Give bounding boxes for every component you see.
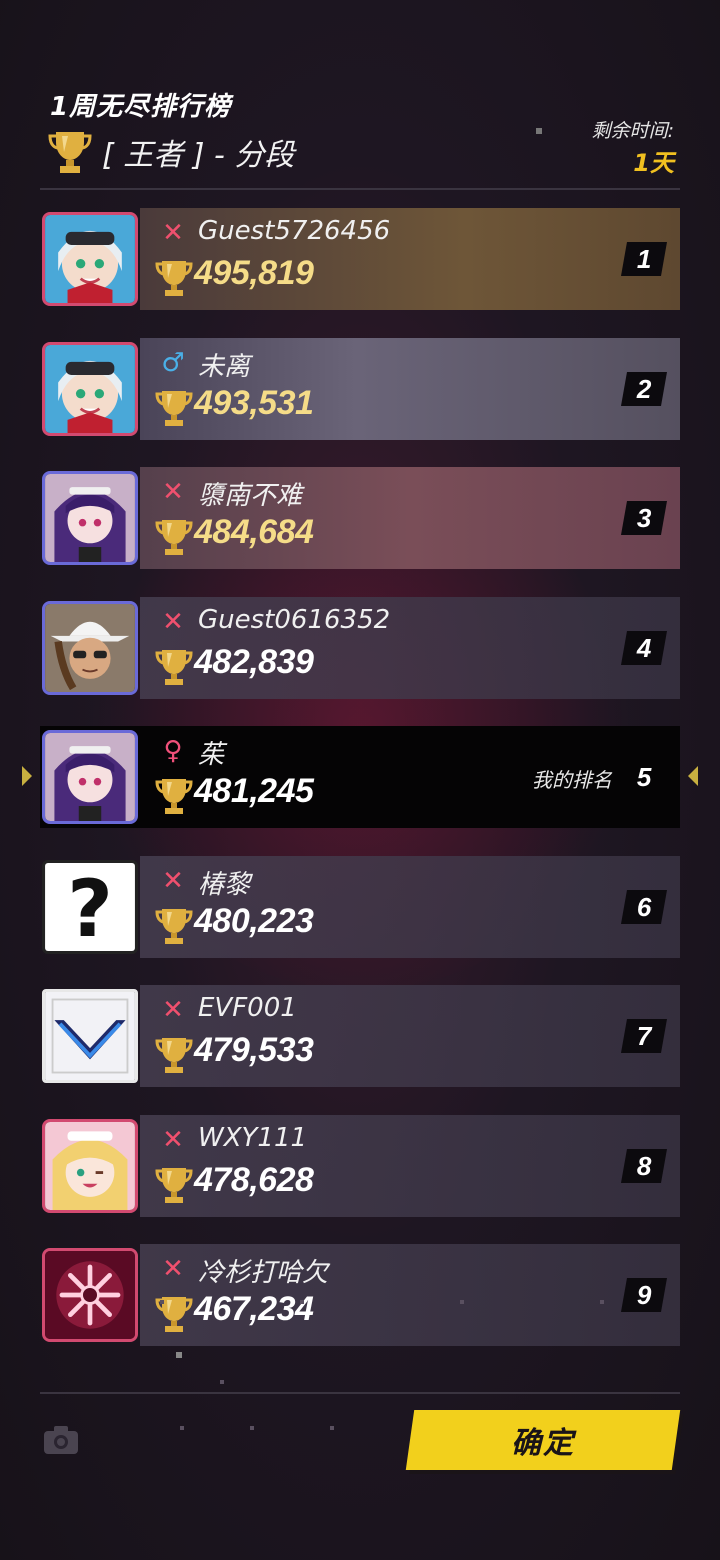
- cross-icon: ✕: [162, 606, 184, 637]
- confirm-button-label: 确定: [511, 1426, 575, 1461]
- cross-icon: ✕: [162, 1254, 184, 1284]
- rank-badge: 8: [621, 1148, 667, 1183]
- rank-number: 7: [636, 1020, 652, 1051]
- rank-number: 2: [636, 373, 652, 403]
- avatar[interactable]: [42, 600, 138, 695]
- player-name: 茱: [198, 740, 225, 770]
- time-remaining-label: 剩余时间:: [591, 120, 674, 142]
- decorative-dot: [460, 1300, 464, 1304]
- camera-icon[interactable]: [42, 1424, 80, 1456]
- confirm-button[interactable]: 确定: [405, 1410, 681, 1470]
- trophy-icon: [154, 1035, 194, 1075]
- avatar[interactable]: [42, 212, 138, 306]
- male-icon: ♂: [161, 347, 185, 378]
- rank-number: 5: [636, 761, 652, 792]
- rank-badge: 1: [621, 242, 667, 276]
- player-name: 椿黎: [198, 869, 251, 900]
- player-score: 482,839: [194, 642, 314, 681]
- avatar[interactable]: ?: [42, 859, 138, 954]
- rank-badge: 6: [621, 889, 667, 924]
- player-score: 495,819: [194, 254, 314, 292]
- trophy-icon: [154, 517, 194, 557]
- decorative-dot: [536, 128, 542, 134]
- left-marker-icon: [22, 766, 32, 786]
- rank-number: 9: [636, 1279, 652, 1310]
- cross-icon: ✕: [162, 995, 184, 1025]
- female-icon: ♀: [163, 736, 183, 766]
- player-score: 493,531: [194, 383, 314, 422]
- player-name: 冷杉打哈欠: [198, 1258, 329, 1288]
- ranking-row-mine[interactable]: ♀ 茱 481,245 我的排名 5: [40, 726, 680, 828]
- rank-badge: 7: [621, 1019, 667, 1053]
- footer-divider: [40, 1392, 680, 1394]
- decorative-dot: [250, 1426, 254, 1430]
- trophy-icon: [154, 388, 194, 428]
- player-score: 479,533: [194, 1031, 314, 1069]
- player-score: 478,628: [194, 1160, 314, 1199]
- svg-text:?: ?: [67, 863, 113, 951]
- ranking-row[interactable]: ♂ 未离 493,531 2: [40, 337, 680, 440]
- cross-icon: ✕: [162, 1124, 184, 1155]
- ranking-row[interactable]: ✕ 冷杉打哈欠 467,234 9: [40, 1244, 680, 1346]
- ranking-row[interactable]: ✕ 隳南不难 484,684 3: [40, 467, 680, 569]
- player-score: 484,684: [194, 513, 314, 551]
- cross-icon: ✕: [162, 218, 184, 248]
- avatar[interactable]: [42, 989, 138, 1083]
- trophy-icon: [154, 906, 194, 946]
- player-name: Guest0616352: [198, 604, 391, 635]
- rank-number: 3: [636, 502, 652, 533]
- decorative-dot: [180, 1426, 184, 1430]
- player-name: WXY111: [198, 1122, 308, 1153]
- avatar[interactable]: [42, 341, 138, 436]
- avatar[interactable]: [42, 471, 138, 565]
- trophy-icon: [48, 132, 92, 173]
- page-title: 1周无尽排行榜: [50, 92, 232, 122]
- cross-icon: ✕: [162, 477, 184, 507]
- ranking-row[interactable]: ✕ Guest5726456 495,819 1: [40, 208, 680, 310]
- player-name: 隳南不难: [198, 481, 303, 511]
- avatar[interactable]: [42, 1118, 138, 1213]
- decorative-dot: [220, 1380, 224, 1384]
- decorative-dot: [160, 1300, 164, 1304]
- avatar[interactable]: [42, 730, 138, 824]
- trophy-icon: [154, 1165, 194, 1205]
- ranking-row[interactable]: ✕ Guest0616352 482,839 4: [40, 596, 680, 699]
- decorative-dot: [600, 1300, 604, 1304]
- rank-number: 4: [636, 632, 652, 662]
- player-score: 467,234: [194, 1290, 314, 1328]
- trophy-icon: [154, 258, 194, 298]
- ranking-row[interactable]: ✕ WXY111 478,628 8: [40, 1114, 680, 1217]
- avatar[interactable]: [42, 1248, 138, 1342]
- time-remaining: 剩余时间: 1天: [592, 116, 674, 178]
- ranking-row[interactable]: ? ✕ 椿黎 480,223 6: [40, 855, 680, 958]
- header-divider: [40, 188, 680, 190]
- rank-badge: 2: [621, 371, 667, 406]
- time-remaining-value: 1天: [633, 149, 674, 177]
- rank-badge: 3: [621, 501, 667, 535]
- rank-number: 6: [636, 891, 652, 921]
- rank-badge: 9: [621, 1278, 667, 1312]
- my-rank-label: 我的排名: [532, 768, 612, 792]
- rank-badge: 4: [621, 630, 667, 665]
- trophy-icon: [154, 647, 194, 687]
- ranking-row[interactable]: ✕ EVF001 479,533 7: [40, 985, 680, 1087]
- tier-label: [ 王者 ] - 分段: [102, 138, 295, 173]
- decorative-dot: [300, 1300, 304, 1304]
- right-marker-icon: [688, 766, 698, 786]
- rank-number: 8: [636, 1150, 652, 1180]
- player-score: 480,223: [194, 901, 314, 940]
- tier-header: [ 王者 ] - 分段: [48, 128, 294, 176]
- rank-number: 1: [636, 243, 652, 274]
- trophy-icon: [154, 776, 194, 816]
- player-score: 481,245: [194, 772, 314, 810]
- player-name: 未离: [198, 351, 251, 382]
- decorative-dot: [330, 1426, 334, 1430]
- rank-badge: 5: [621, 760, 667, 794]
- player-name: EVF001: [198, 993, 297, 1023]
- scroll-indicator: [176, 1352, 182, 1358]
- player-name: Guest5726456: [198, 216, 391, 246]
- cross-icon: ✕: [162, 865, 184, 896]
